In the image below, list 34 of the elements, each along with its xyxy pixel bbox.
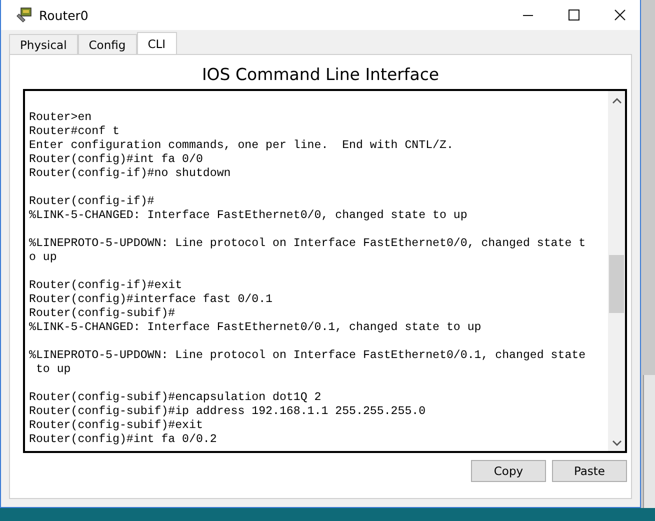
terminal-line: Router(config)#int fa 0/0 bbox=[29, 153, 203, 166]
tab[interactable]: Config bbox=[78, 34, 137, 54]
terminal-line: Router#conf t bbox=[29, 125, 120, 138]
terminal-line: %LINEPROTO-5-UPDOWN: Line protocol on Interface FastEthernet0/0.1, changed state bbox=[29, 349, 586, 362]
terminal-line: Router(config-subif)# bbox=[29, 307, 176, 320]
terminal-line: Router(config)#interface fast 0/0.1 bbox=[29, 293, 273, 306]
close-icon[interactable] bbox=[614, 9, 626, 21]
terminal-line: Router(config-subif)#exit bbox=[29, 419, 203, 432]
router-icon bbox=[15, 7, 33, 23]
panel-heading: IOS Command Line Interface bbox=[200, 64, 440, 86]
tab[interactable]: CLI bbox=[136, 32, 177, 54]
terminal-line: Router(config-if)#no shutdown bbox=[29, 167, 231, 180]
terminal-area[interactable] bbox=[23, 89, 627, 453]
terminal-line: Router>en bbox=[29, 111, 92, 124]
terminal-line: %LINK-5-CHANGED: Interface FastEthernet0/0, changed state to up bbox=[29, 209, 468, 222]
window-title: Router0 bbox=[39, 8, 88, 22]
tab[interactable]: Physical bbox=[9, 34, 78, 54]
terminal-line: to up bbox=[34, 363, 71, 376]
terminal-line: Router(config-subif)#ip address 192.168.1.1 255.255.255.0 bbox=[29, 405, 426, 418]
terminal-line: o up bbox=[29, 251, 57, 264]
terminal-line: Router(config-if)#exit bbox=[29, 279, 182, 292]
maximize-icon[interactable] bbox=[568, 9, 580, 21]
scroll-down-icon[interactable] bbox=[612, 439, 622, 447]
terminal-line: %LINEPROTO-5-UPDOWN: Line protocol on Interface FastEthernet0/0, changed state t bbox=[29, 237, 586, 250]
terminal-line: Router(config-if)# bbox=[29, 195, 154, 208]
scroll-up-icon[interactable] bbox=[612, 97, 622, 105]
terminal-line: Enter configuration commands, one per line. End with CNTL/Z. bbox=[29, 139, 454, 152]
action-button[interactable]: Paste bbox=[552, 460, 627, 482]
scroll-thumb[interactable] bbox=[609, 255, 624, 313]
scrollbar[interactable] bbox=[608, 91, 625, 451]
terminal-line: Router(config-subif)#encapsulation dot1Q 2 bbox=[29, 391, 322, 404]
terminal-line: %LINK-5-CHANGED: Interface FastEthernet0/0.1, changed state to up bbox=[29, 321, 482, 334]
terminal-line: Router(config)#int fa 0/0.2 bbox=[29, 433, 217, 446]
action-button[interactable]: Copy bbox=[471, 460, 546, 482]
